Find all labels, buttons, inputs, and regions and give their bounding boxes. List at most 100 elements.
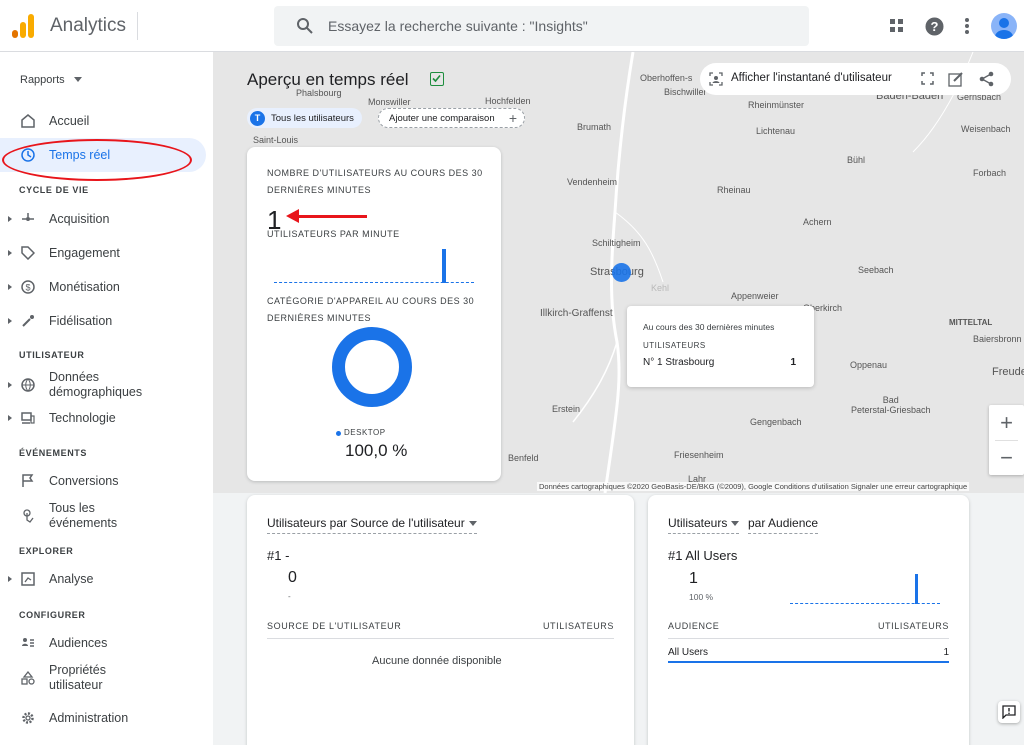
audience-sparkline-bar[interactable] (915, 574, 918, 604)
sidebar-item-label: Tous les événements (49, 501, 118, 530)
map-location-marker[interactable] (612, 263, 631, 282)
source-selector-label: Utilisateurs par Source de l'utilisateur (267, 516, 465, 530)
sidebar-item-retention[interactable]: Fidélisation (0, 304, 206, 338)
sidebar-item-acquisition[interactable]: Acquisition (0, 202, 206, 236)
search-bar[interactable]: Essayez la recherche suivante : "Insight… (274, 6, 809, 46)
col-source[interactable]: SOURCE DE L'UTILISATEUR (267, 621, 401, 631)
map-label: Saint-Louis (253, 135, 299, 145)
map-label: Seebach (858, 265, 894, 275)
dollar-icon: $ (20, 279, 36, 295)
section-lifecycle: CYCLE DE VIE (19, 185, 89, 195)
audience-row-label[interactable]: All Users (668, 647, 708, 658)
metric-selector[interactable]: Utilisateurs (668, 516, 740, 534)
fullscreen-icon[interactable] (921, 72, 934, 90)
device-donut-chart[interactable] (332, 327, 412, 407)
expand-icon[interactable] (8, 216, 12, 222)
search-input[interactable]: Essayez la recherche suivante : "Insight… (328, 18, 588, 34)
highlight-ellipse (2, 139, 192, 181)
legend-dot (336, 431, 341, 436)
help-icon[interactable]: ? (922, 14, 946, 38)
sidebar-item-all-events[interactable]: Tous les événements (0, 498, 206, 534)
top-rank: #1 All Users (668, 548, 738, 563)
sidebar-item-conversions[interactable]: Conversions (0, 464, 206, 498)
user-snapshot-icon[interactable] (709, 72, 723, 91)
audience-percent: 100 % (689, 592, 714, 602)
map-label: Bischwiller (664, 87, 707, 97)
map-tooltip: Au cours des 30 dernières minutes UTILIS… (627, 306, 814, 387)
zoom-out-button[interactable]: − (989, 440, 1024, 475)
realtime-overview-card: NOMBRE D'UTILISATEURS AU COURS DES 30 DE… (247, 147, 501, 481)
user-snapshot-button[interactable]: Afficher l'instantané d'utilisateur (731, 72, 892, 84)
audience-dimension-selector[interactable]: par Audience (748, 516, 819, 534)
map-label: Friesenheim (674, 450, 724, 460)
divider (668, 638, 949, 639)
users-by-source-card: Utilisateurs par Source de l'utilisateur… (247, 495, 634, 745)
avatar[interactable] (991, 13, 1017, 39)
sidebar-item-label: Engagement (49, 245, 120, 260)
feedback-icon[interactable] (998, 701, 1020, 723)
map-zoom-controls: + − (989, 405, 1024, 475)
section-explore: EXPLORER (19, 546, 74, 556)
share-icon[interactable] (979, 71, 995, 92)
chevron-down-icon (731, 521, 740, 527)
analytics-logo-icon[interactable] (12, 14, 36, 38)
map-label: Kehl (651, 283, 670, 293)
map-label: Erstein (552, 404, 581, 414)
plus-icon: + (508, 110, 517, 126)
svg-text:?: ? (930, 19, 938, 34)
more-vert-icon[interactable] (955, 14, 979, 38)
sidebar-item-label: Fidélisation (49, 313, 113, 328)
apps-grid-icon[interactable] (885, 14, 909, 38)
sidebar-item-monetization[interactable]: $ Monétisation (0, 270, 206, 304)
reports-label[interactable]: Rapports (20, 74, 65, 86)
expand-icon[interactable] (8, 250, 12, 256)
section-user: UTILISATEUR (19, 350, 85, 360)
sidebar-item-analysis[interactable]: Analyse (0, 562, 206, 596)
map-attribution[interactable]: Données cartographiques ©2020 GeoBasis-D… (537, 482, 970, 491)
tag-icon (20, 245, 36, 261)
acquisition-icon (20, 211, 36, 227)
comparison-chip-all-users[interactable]: T Tous les utilisateurs (247, 108, 362, 128)
minute-chart-bar[interactable] (442, 249, 446, 283)
expand-icon[interactable] (8, 318, 12, 324)
audience-row-bar (668, 661, 949, 663)
map-label: Vendenheim (567, 177, 618, 187)
col-users[interactable]: UTILISATEURS (543, 621, 614, 631)
section-events: ÉVÉNEMENTS (19, 448, 88, 458)
map-label: Lichtenau (756, 126, 796, 136)
source-dimension-selector[interactable]: Utilisateurs par Source de l'utilisateur (267, 516, 477, 534)
sidebar-item-label: Administration (49, 710, 129, 725)
verified-check-icon (430, 72, 444, 86)
chevron-down-icon[interactable] (74, 77, 82, 82)
edit-icon[interactable] (948, 71, 964, 92)
map-label: Achern (803, 217, 832, 227)
expand-icon[interactable] (8, 284, 12, 290)
expand-icon[interactable] (8, 576, 12, 582)
home-icon (20, 113, 36, 129)
map-label: Oberhoffen-s (640, 73, 693, 83)
map-label: Oppenau (850, 360, 888, 370)
expand-icon[interactable] (8, 415, 12, 421)
devices-icon (20, 410, 36, 426)
sidebar-item-user-properties[interactable]: Propriétés utilisateur (0, 660, 206, 696)
analysis-icon (20, 571, 36, 587)
tooltip-city: N° 1 Strasbourg (643, 357, 715, 368)
app-title[interactable]: Analytics (50, 15, 126, 37)
sidebar-item-home[interactable]: Accueil (0, 104, 206, 138)
sidebar-item-audiences[interactable]: Audiences (0, 626, 206, 660)
col-audience[interactable]: AUDIENCE (668, 621, 719, 631)
zoom-in-button[interactable]: + (989, 405, 1024, 440)
divider (267, 638, 614, 639)
sidebar-item-label: Analyse (49, 571, 94, 586)
add-comparison-button[interactable]: Ajouter une comparaison + (378, 108, 525, 128)
users-heading: NOMBRE D'UTILISATEURS AU COURS DES 30 DE… (267, 168, 483, 195)
sidebar-item-technology[interactable]: Technologie (0, 401, 206, 435)
sidebar-item-engagement[interactable]: Engagement (0, 236, 206, 270)
expand-icon[interactable] (8, 382, 12, 388)
sidebar-item-label: Propriétés utilisateur (49, 663, 106, 692)
sidebar-item-admin[interactable]: Administration (0, 701, 206, 735)
sidebar-item-demographics[interactable]: Données démographiques (0, 367, 206, 403)
top-rank: #1 - (267, 548, 290, 563)
col-users[interactable]: UTILISATEURS (878, 621, 949, 631)
map-label: Baiersbronn (973, 334, 1022, 344)
